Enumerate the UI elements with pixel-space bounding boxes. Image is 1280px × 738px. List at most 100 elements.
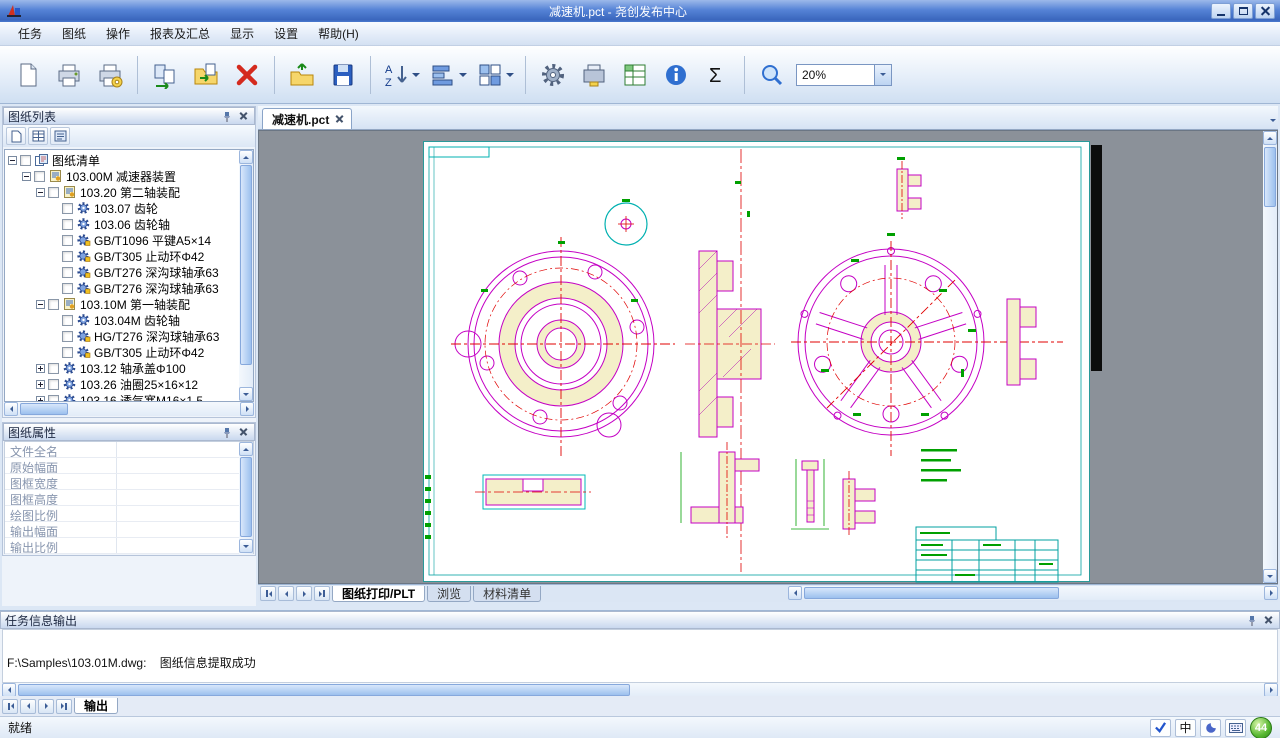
scroll-down-button[interactable] [239,539,253,553]
checkbox[interactable] [62,251,73,262]
table-view-button[interactable] [28,127,48,145]
collapse-icon[interactable] [8,156,17,165]
collapse-icon[interactable] [22,172,31,181]
print-setup-button[interactable] [90,53,130,97]
scrollbar-thumb[interactable] [240,457,252,537]
delete-button[interactable] [227,53,267,97]
prop-row[interactable]: 输出幅面 [5,522,253,538]
tab-browse[interactable]: 浏览 [427,586,471,602]
menu-operation[interactable]: 操作 [96,22,140,45]
close-button[interactable] [1255,3,1275,19]
sort-button[interactable]: A Z [378,53,424,97]
menu-help[interactable]: 帮助(H) [308,22,369,45]
prop-value[interactable] [117,522,253,537]
checkbox[interactable] [48,379,59,390]
prop-row[interactable]: 原始幅面 [5,458,253,474]
scroll-down-button[interactable] [1263,569,1277,583]
chevron-down-icon[interactable] [412,73,420,81]
menu-display[interactable]: 显示 [220,22,264,45]
expand-icon[interactable] [36,380,45,389]
tree-item[interactable]: GB/T305 止动环Φ42 [5,248,253,264]
next-button[interactable] [38,699,54,714]
checkbox[interactable] [48,363,59,374]
prev-page-button[interactable] [278,586,294,601]
document-tab[interactable]: 减速机.pct [262,108,352,129]
tree-item[interactable]: GB/T1096 平键A5×14 [5,232,253,248]
tab-print-plt[interactable]: 图纸打印/PLT [332,586,425,602]
canvas-vertical-scrollbar[interactable] [1263,131,1277,583]
collapse-icon[interactable] [36,188,45,197]
pin-button[interactable] [220,426,234,439]
tree-item[interactable]: 103.20 第二轴装配 [5,184,253,200]
chevron-down-icon[interactable] [506,73,514,81]
checkbox[interactable] [62,283,73,294]
scroll-up-button[interactable] [1263,131,1277,145]
info-button[interactable] [656,53,696,97]
prop-row[interactable]: 图框高度 [5,490,253,506]
canvas-horizontal-scrollbar[interactable] [788,586,1278,600]
pin-button[interactable] [220,110,234,123]
props-vertical-scrollbar[interactable] [239,442,253,554]
zoom-button[interactable] [752,53,792,97]
scroll-left-button[interactable] [788,586,802,600]
tab-output[interactable]: 输出 [74,698,118,714]
tree-item[interactable]: GB/T305 止动环Φ42 [5,344,253,360]
tree-item[interactable]: GB/T276 深沟球轴承63 [5,264,253,280]
prop-row[interactable]: 图框宽度 [5,474,253,490]
copy-to-folder-button[interactable] [186,53,226,97]
menu-drawing[interactable]: 图纸 [52,22,96,45]
tree-item[interactable]: 103.26 油圈25×16×12 [5,376,253,392]
import-drawings-button[interactable] [145,53,185,97]
output-log[interactable]: F:\Samples\103.01M.dwg: 图纸信息提取成功 正在处理文件F… [2,629,1278,683]
prop-row[interactable]: 绘图比例 [5,506,253,522]
tree-item[interactable]: 103.04M 齿轮轴 [5,312,253,328]
drawing-canvas[interactable] [258,130,1278,584]
scrollbar-thumb[interactable] [20,403,68,415]
report-button[interactable] [615,53,655,97]
first-button[interactable] [2,699,18,714]
scroll-left-button[interactable] [4,402,18,416]
prop-row[interactable]: 输出比例 [5,538,253,554]
prop-value[interactable] [117,458,253,473]
prop-value[interactable] [117,538,253,553]
print-button[interactable] [49,53,89,97]
prop-value[interactable] [117,506,253,521]
new-sheet-button[interactable] [6,127,26,145]
checkbox[interactable] [20,155,31,166]
open-button[interactable] [282,53,322,97]
tree-horizontal-scrollbar[interactable] [4,402,254,416]
prop-value[interactable] [117,490,253,505]
tab-bom[interactable]: 材料清单 [473,586,541,602]
tab-list-button[interactable] [1270,111,1276,125]
tree-item[interactable]: 103.00M 减速器装置 [5,168,253,184]
save-button[interactable] [323,53,363,97]
checkbox[interactable] [62,315,73,326]
new-button[interactable] [8,53,48,97]
scroll-down-button[interactable] [239,387,253,401]
scrollbar-thumb[interactable] [804,587,1059,599]
ime-mode-button[interactable]: 中 [1175,719,1196,737]
tree-item[interactable]: HG/T276 深沟球轴承63 [5,328,253,344]
zoom-dropdown-button[interactable] [874,65,891,85]
tree-item[interactable]: GB/T276 深沟球轴承63 [5,280,253,296]
checkbox[interactable] [48,395,59,403]
collapse-icon[interactable] [36,300,45,309]
scrollbar-thumb[interactable] [240,165,252,365]
next-page-button[interactable] [296,586,312,601]
checkbox[interactable] [62,331,73,342]
prop-row[interactable]: 文件全名 [5,442,253,458]
menu-report[interactable]: 报表及汇总 [140,22,220,45]
tree-item[interactable]: 103.12 轴承盖Φ100 [5,360,253,376]
publish-button[interactable] [574,53,614,97]
menu-settings[interactable]: 设置 [264,22,308,45]
tab-close-icon[interactable] [335,116,342,123]
panel-close-button[interactable] [236,110,250,123]
scroll-right-button[interactable] [1264,683,1278,697]
minimize-button[interactable] [1211,3,1231,19]
scroll-left-button[interactable] [2,683,16,697]
tree-vertical-scrollbar[interactable] [239,150,253,401]
ime-punctuation-button[interactable] [1200,719,1221,737]
scrollbar-thumb[interactable] [1264,147,1276,207]
ime-speed-badge[interactable]: 44 [1250,717,1272,738]
ime-keyboard-button[interactable] [1225,719,1246,737]
